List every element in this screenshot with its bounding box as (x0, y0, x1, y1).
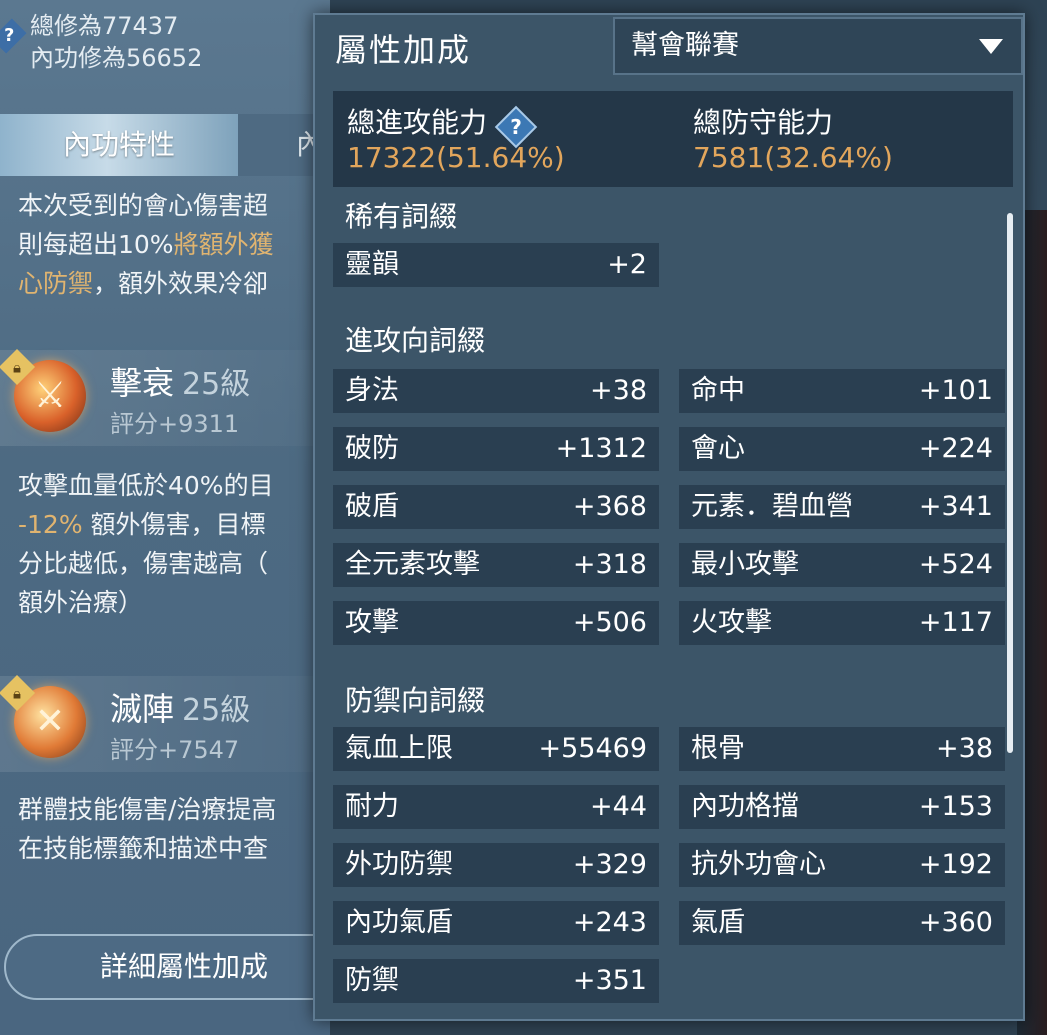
defense-value: 7581(32.64%) (693, 141, 893, 174)
stat-label: 破防 (345, 433, 399, 464)
stat-label: 元素．碧血營 (691, 491, 853, 522)
stat-value: +318 (572, 549, 647, 580)
desc-line: -12% 額外傷害，目標 (18, 510, 266, 539)
desc-line: 額外治療） (18, 588, 144, 617)
scrollbar[interactable] (1007, 213, 1013, 753)
detail-attributes-button[interactable]: 詳細屬性加成 (4, 934, 364, 1000)
stat-label: 氣盾 (691, 907, 745, 938)
stat-cell: 元素．碧血營 +341 (679, 485, 1005, 529)
stat-cell: 靈韻 +2 (333, 243, 659, 287)
section-defense: 防禦向詞綴 (345, 684, 486, 717)
defense-label: 總防守能力 (693, 106, 834, 139)
internal-cultivation: 內功修為56652 (30, 44, 203, 72)
stat-cell: 耐力 +44 (333, 785, 659, 829)
section-rare: 稀有詞綴 (345, 200, 458, 233)
stat-label: 根骨 (691, 733, 745, 764)
skill-name: 滅陣 25級 (110, 690, 251, 728)
stat-value: +351 (572, 965, 647, 996)
stat-cell: 會心 +224 (679, 427, 1005, 471)
stat-label: 靈韻 (345, 249, 399, 280)
stat-label: 外功防禦 (345, 849, 453, 880)
stat-value: +101 (918, 375, 993, 406)
desc-line: 攻擊血量低於40%的目 (18, 471, 274, 500)
stat-cell: 氣盾 +360 (679, 901, 1005, 945)
stat-label: 火攻擊 (691, 607, 772, 638)
stat-cell: 身法 +38 (333, 369, 659, 413)
stat-value: +117 (918, 607, 993, 638)
stat-value: +1312 (555, 433, 647, 464)
skill-name: 擊衰 25級 (110, 364, 251, 402)
stat-cell: 最小攻擊 +524 (679, 543, 1005, 587)
help-icon-glyph: ? (3, 25, 15, 46)
stat-value: +192 (918, 849, 993, 880)
chevron-down-icon (979, 39, 1003, 54)
stat-label: 抗外功會心 (691, 849, 826, 880)
stat-cell: 攻擊 +506 (333, 601, 659, 645)
stat-cell: 命中 +101 (679, 369, 1005, 413)
stat-label: 內功氣盾 (345, 907, 453, 938)
stat-label: 破盾 (345, 491, 399, 522)
stat-label: 耐力 (345, 791, 399, 822)
mode-dropdown[interactable]: 幫會聯賽 (613, 17, 1023, 75)
stat-value: +38 (590, 375, 647, 406)
summary-box: 總進攻能力? 17322(51.64%) 總防守能力 7581(32.64%) (333, 91, 1013, 187)
skill-row[interactable]: ⚔ 🔒︎ 擊衰 25級 評分+9311 (0, 348, 330, 446)
stat-cell: 氣血上限 +55469 (333, 727, 659, 771)
trait-description: 本次受到的會心傷害超 則每超出10%將額外獲 心防禦，額外效果冷卻 (18, 186, 274, 303)
stat-value: +360 (918, 907, 993, 938)
desc-line: 則每超出10%將額外獲 (18, 230, 274, 259)
stat-value: +153 (918, 791, 993, 822)
stat-cell: 根骨 +38 (679, 727, 1005, 771)
skill-description: 攻擊血量低於40%的目 -12% 額外傷害，目標 分比越低，傷害越高（ 額外治療… (18, 466, 274, 622)
dropdown-value: 幫會聯賽 (631, 30, 739, 61)
stat-value: +524 (918, 549, 993, 580)
stat-value: +368 (572, 491, 647, 522)
skill-score: 評分+7547 (110, 736, 240, 764)
stat-value: +506 (572, 607, 647, 638)
stat-cell: 火攻擊 +117 (679, 601, 1005, 645)
stat-label: 會心 (691, 433, 745, 464)
stat-value: +44 (590, 791, 647, 822)
attack-value: 17322(51.64%) (347, 141, 565, 174)
skill-description: 群體技能傷害/治療提高 在技能標籤和描述中查 (18, 790, 276, 868)
stat-label: 身法 (345, 375, 399, 406)
skill-score: 評分+9311 (110, 410, 240, 438)
stat-value: +224 (918, 433, 993, 464)
section-offense: 進攻向詞綴 (345, 324, 486, 357)
desc-line: 心防禦，額外效果冷卻 (18, 269, 269, 298)
stat-value: +329 (572, 849, 647, 880)
stat-value: +55469 (538, 733, 647, 764)
stat-label: 攻擊 (345, 607, 399, 638)
stat-cell: 防禦 +351 (333, 959, 659, 1003)
stat-value: +243 (572, 907, 647, 938)
stat-label: 全元素攻擊 (345, 549, 480, 580)
stat-value: +38 (936, 733, 993, 764)
attribute-bonus-popup: 屬性加成 幫會聯賽 總進攻能力? 17322(51.64%) 總防守能力 758… (313, 13, 1025, 1021)
stat-value: +2 (607, 249, 647, 280)
desc-line: 在技能標籤和描述中查 (18, 834, 269, 863)
stat-cell: 外功防禦 +329 (333, 843, 659, 887)
stat-cell: 全元素攻擊 +318 (333, 543, 659, 587)
attack-label: 總進攻能力? (347, 101, 538, 149)
stat-cell: 內功氣盾 +243 (333, 901, 659, 945)
skill-row[interactable]: ✕ 🔒︎ 滅陣 25級 評分+7547 (0, 674, 330, 772)
stat-cell: 破盾 +368 (333, 485, 659, 529)
stat-value: +341 (918, 491, 993, 522)
stat-label: 防禦 (345, 965, 399, 996)
tab-internal-traits[interactable]: 內功特性 (0, 114, 238, 176)
desc-line: 本次受到的會心傷害超 (18, 191, 269, 220)
stat-cell: 破防 +1312 (333, 427, 659, 471)
popup-title: 屬性加成 (335, 31, 472, 69)
stat-label: 內功格擋 (691, 791, 799, 822)
stat-label: 命中 (691, 375, 745, 406)
stat-label: 氣血上限 (345, 733, 453, 764)
stat-label: 最小攻擊 (691, 549, 799, 580)
stat-cell: 抗外功會心 +192 (679, 843, 1005, 887)
tab-bar: 內功特性 內 (0, 114, 330, 176)
total-cultivation: 總修為77437 (30, 12, 179, 40)
desc-line: 群體技能傷害/治療提高 (18, 795, 277, 824)
desc-line: 分比越低，傷害越高（ (18, 549, 269, 578)
stat-cell: 內功格擋 +153 (679, 785, 1005, 829)
